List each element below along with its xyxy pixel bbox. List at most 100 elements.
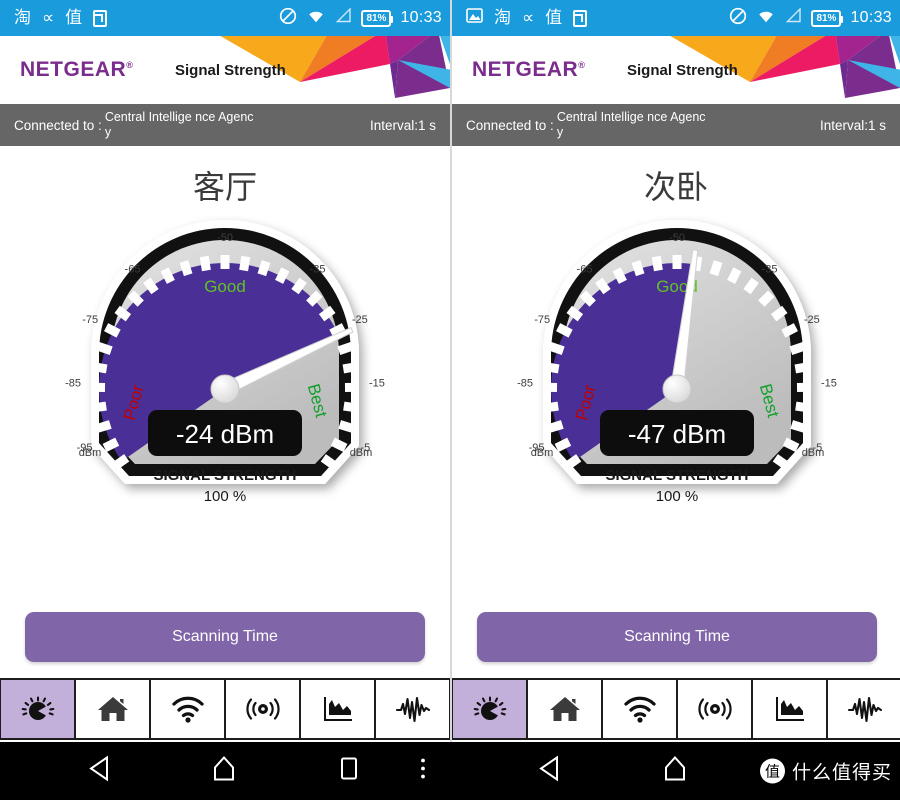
waveform-tab[interactable] (828, 680, 900, 738)
scanning-time-button[interactable]: Scanning Time (25, 612, 425, 662)
phone-panel-right: 淘 ∝ 值 81% 10:33 NETGEAR® Signal Strength… (450, 0, 900, 742)
do-not-disturb-icon (279, 7, 297, 30)
scanning-time-button[interactable]: Scanning Time (477, 612, 877, 662)
cell-signal-icon (785, 7, 802, 28)
battery-indicator: 81% (361, 9, 394, 27)
wifi-icon (756, 8, 776, 29)
bar-chart-icon (774, 695, 806, 723)
connection-info-bar: Connected to : Central Intellige nce Age… (0, 104, 450, 146)
status-bar: 淘 ∝ 值 81% 10:33 (0, 0, 450, 36)
phone-panel-left: 淘 ∝ 值 81% 10:33 NETGEAR® Signal Strength… (0, 0, 450, 742)
room-title: 次卧 (643, 168, 708, 206)
router-tab[interactable] (678, 680, 751, 738)
overflow-menu-icon[interactable] (419, 756, 427, 787)
status-bar-system-icons: 81% 10:33 (729, 7, 892, 30)
app-header: NETGEAR® Signal Strength (0, 36, 450, 104)
waveform-tab[interactable] (376, 680, 449, 738)
gauge-icon (473, 694, 507, 724)
photo-icon (466, 8, 483, 28)
gauge-tick-label: -50 (217, 232, 233, 244)
bar-chart-icon (322, 695, 354, 723)
chart-tab[interactable] (753, 680, 826, 738)
status-bar-system-icons: 81% 10:33 (279, 7, 442, 30)
wifi-icon (171, 695, 205, 723)
gauge-tab[interactable] (1, 680, 74, 738)
gauge-tick-label: -35 (310, 263, 326, 275)
dual-screenshot-panels: 淘 ∝ 值 81% 10:33 NETGEAR® Signal Strength… (0, 0, 900, 742)
status-bar-notification-icons: 淘 ∝ 值 (14, 7, 279, 28)
home-pentagon-icon[interactable] (212, 756, 236, 787)
back-triangle-icon[interactable] (88, 755, 112, 787)
watermark-text: 什么值得买 (791, 761, 892, 784)
taobao-icon: 淘 (494, 7, 511, 28)
unit-label-left: dBm (531, 447, 554, 459)
bottom-tab-bar (452, 678, 900, 740)
gauge-tick-label: -50 (669, 232, 685, 244)
netgear-logo: NETGEAR® (20, 58, 134, 81)
signal-percent-label: 100 % (656, 488, 699, 505)
value-readout-text: -24 dBm (176, 419, 274, 449)
watermark: 值 什么值得买 (759, 758, 892, 785)
connection-info-bar: Connected to : Central Intellige nce Age… (452, 104, 900, 146)
status-bar: 淘 ∝ 值 81% 10:33 (452, 0, 900, 36)
android-navigation-bar: 值 什么值得买 (0, 742, 900, 800)
waveform-icon (395, 695, 431, 723)
zhi-icon: 值 (545, 7, 563, 28)
zone-label-good: Good (204, 277, 246, 296)
gauge-tick-label: -75 (534, 314, 550, 326)
interval-value: Interval:1 s (369, 117, 436, 133)
unit-label-right: dBm (802, 447, 825, 459)
bottom-tab-bar (0, 678, 450, 740)
gauge-tick-label: -25 (352, 314, 368, 326)
clock: 10:33 (400, 9, 442, 26)
recents-square-icon[interactable] (339, 756, 359, 787)
gauge-tick-label: -15 (369, 377, 385, 389)
ssid-value: Central Intellige nce Agency (556, 110, 706, 139)
interval-value: Interval:1 s (819, 117, 886, 133)
gauge-tick-label: -65 (125, 263, 141, 275)
signal-strength-label: SIGNAL STRENGTH (153, 467, 296, 484)
gauge-icon (21, 694, 55, 724)
app-square-icon (573, 9, 588, 27)
gauge-tick-label: -65 (577, 263, 593, 275)
battery-indicator: 81% (811, 9, 844, 27)
waveform-icon (847, 695, 883, 723)
wifi-tab[interactable] (151, 680, 224, 738)
watermark-badge: 值 (759, 758, 785, 784)
curve-icon: ∝ (42, 7, 55, 28)
netgear-logo: NETGEAR® (472, 58, 586, 81)
signal-strength-gauge: -95-85-75-65-50-35-25-15-5 Good Poor Bes… (65, 220, 385, 505)
gauge-tick-label: -35 (762, 263, 778, 275)
gauge-tick-label: -15 (821, 377, 837, 389)
router-signal-icon (245, 695, 280, 723)
unit-label-left: dBm (79, 447, 102, 459)
signal-strength-gauge: -95-85-75-65-50-35-25-15-5 Good Poor Bes… (517, 220, 837, 505)
page-title: Signal Strength (627, 62, 738, 79)
home-pentagon-icon[interactable] (663, 756, 687, 787)
taobao-icon: 淘 (14, 7, 31, 28)
gauge-tab[interactable] (453, 680, 526, 738)
signal-strength-label: SIGNAL STRENGTH (605, 467, 748, 484)
gauge-area-left: -95 -85 -75 -65 -50 -35 -25 -15 -5 Good Poor Bes… (0, 212, 450, 532)
cell-signal-icon (335, 7, 352, 28)
home-icon (549, 694, 581, 724)
router-signal-icon (697, 695, 732, 723)
signal-percent-label: 100 % (204, 488, 247, 505)
router-tab[interactable] (226, 680, 299, 738)
home-tab[interactable] (528, 680, 601, 738)
connected-to-label: Connected to : (14, 117, 102, 133)
home-tab[interactable] (76, 680, 149, 738)
chart-tab[interactable] (301, 680, 374, 738)
wifi-icon (306, 8, 326, 29)
curve-icon: ∝ (522, 7, 535, 28)
connected-to-label: Connected to : (466, 117, 554, 133)
back-triangle-icon[interactable] (538, 755, 562, 787)
page-title: Signal Strength (175, 62, 286, 79)
value-readout-text: -47 dBm (628, 419, 726, 449)
gauge-tick-label: -75 (82, 314, 98, 326)
wifi-icon (623, 695, 657, 723)
wifi-tab[interactable] (603, 680, 676, 738)
gauge-area-right: -95 -85 -75 -65 -50 -35 -25 -15 -5 Good Poor Bes… (452, 212, 900, 532)
do-not-disturb-icon (729, 7, 747, 30)
gauge-tick-label: -25 (804, 314, 820, 326)
